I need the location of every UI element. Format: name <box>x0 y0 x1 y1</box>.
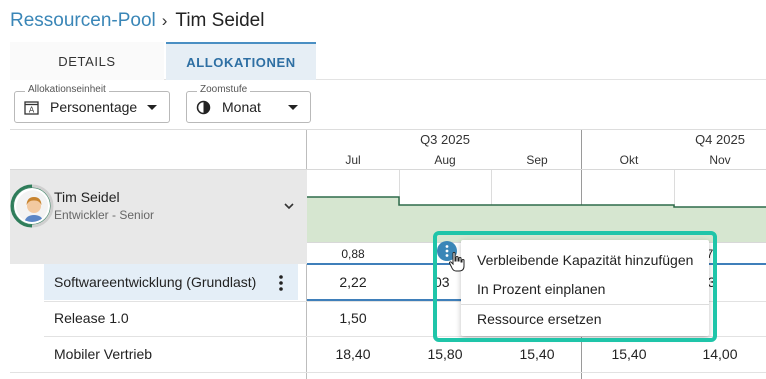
allocation-cell[interactable]: 1,50 <box>307 310 399 326</box>
remaining-capacity-cell: 0,88 <box>341 247 365 261</box>
zoom-level-label: Zoomstufe <box>197 84 251 95</box>
row-label-software-dev[interactable]: Softwareentwicklung (Grundlast) <box>54 274 256 290</box>
row-label-release[interactable]: Release 1.0 <box>54 310 129 326</box>
page-title: Tim Seidel <box>175 10 265 31</box>
month-label: Jul <box>345 153 361 167</box>
month-label: Sep <box>526 153 548 167</box>
row-label-mobile-sales[interactable]: Mobiler Vertrieb <box>54 346 152 362</box>
svg-text:A: A <box>29 106 35 115</box>
month-label: Okt <box>619 153 639 167</box>
allocation-cell[interactable]: 14,00 <box>674 346 766 362</box>
allocation-cell[interactable]: 15,80 <box>399 346 491 362</box>
month-label: Nov <box>709 153 731 167</box>
person-role: Entwickler - Senior <box>54 208 155 222</box>
allocation-unit-value: Personentage <box>50 99 138 115</box>
person-name: Tim Seidel <box>54 189 120 205</box>
caret-down-icon <box>288 105 298 110</box>
quarter-label: Q4 2025 <box>695 132 745 147</box>
tab-bar: DETAILS ALLOKATIONEN <box>10 42 766 80</box>
highlight-frame <box>433 231 717 342</box>
tab-allocations[interactable]: ALLOKATIONEN <box>166 42 316 80</box>
row-divider <box>10 372 766 373</box>
chevron-down-icon[interactable] <box>281 198 297 214</box>
allocation-unit-select[interactable]: Allokationseinheit A Personentage <box>14 84 170 123</box>
allocation-cell[interactable]: 15,40 <box>491 346 583 362</box>
breadcrumb: Ressourcen-Pool › Tim Seidel <box>10 8 264 34</box>
tab-details[interactable]: DETAILS <box>10 42 164 80</box>
quarter-label: Q3 2025 <box>420 132 470 147</box>
allocation-cell[interactable]: 15,40 <box>583 346 675 362</box>
allocation-unit-label: Allokationseinheit <box>25 84 109 95</box>
more-vertical-icon[interactable] <box>275 274 287 292</box>
zoom-level-select[interactable]: Zoomstufe Monat <box>186 84 311 123</box>
chevron-right-icon: › <box>161 11 168 30</box>
half-circle-icon <box>196 100 211 115</box>
allocation-cell[interactable]: 18,40 <box>307 346 399 362</box>
zoom-level-value: Monat <box>222 99 261 115</box>
allocation-cell[interactable]: 2,22 <box>307 274 399 290</box>
calendar-a-icon: A <box>24 101 39 115</box>
capacity-ring-icon <box>10 184 54 228</box>
person-row[interactable]: Tim Seidel Entwickler - Senior <box>10 170 307 264</box>
month-label: Aug <box>434 153 456 167</box>
breadcrumb-link-resource-pool[interactable]: Ressourcen-Pool <box>10 10 156 32</box>
caret-down-icon <box>147 105 157 110</box>
